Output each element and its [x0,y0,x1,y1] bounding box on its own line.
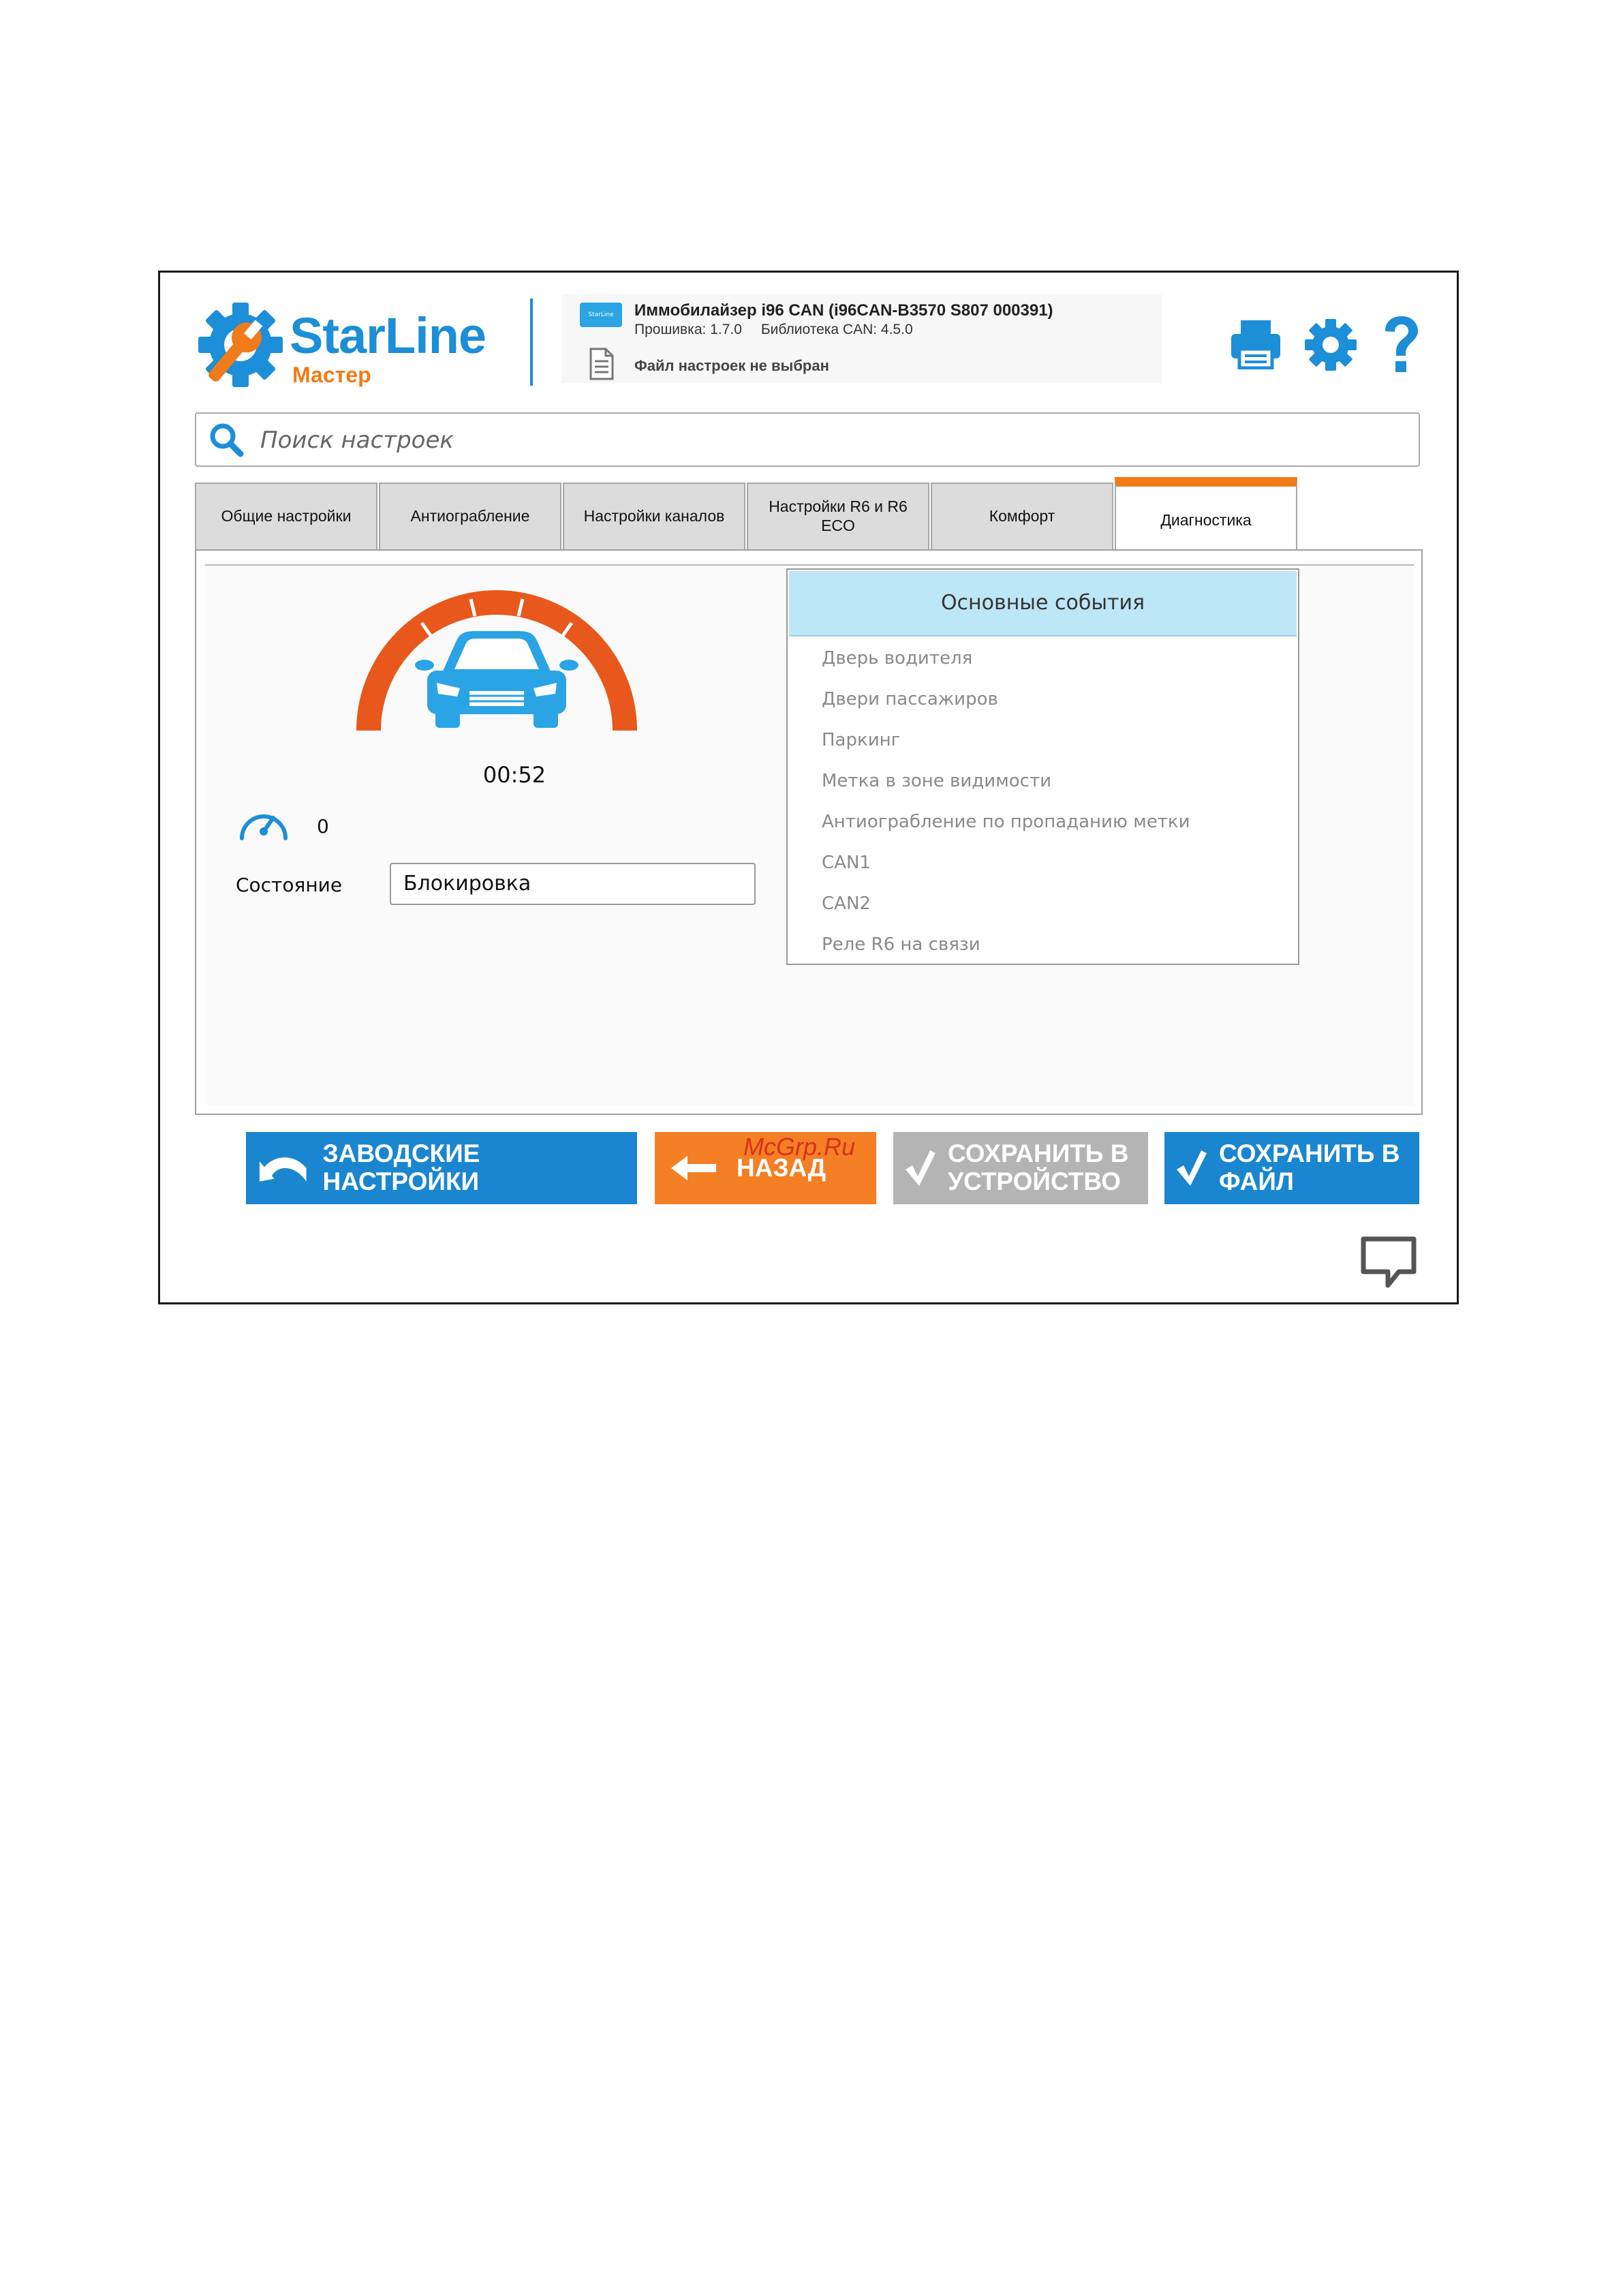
save-device-label-line2: УСТРОЙСТВО [948,1167,1121,1195]
printer-icon[interactable] [1230,319,1282,369]
factory-settings-button[interactable]: ЗАВОДСКИЕ НАСТРОЙКИ [246,1132,637,1204]
tab-general[interactable]: Общие настройки [195,483,377,549]
header-toolbar [1230,313,1427,375]
device-name: Иммобилайзер i96 CAN (i96CAN-B3570 S807 … [634,301,1053,320]
speedometer-icon [240,814,288,840]
tab-diagnostics[interactable]: Диагностика [1115,477,1297,551]
event-item: CAN1 [822,853,871,873]
arrow-left-icon [671,1156,716,1180]
starline-logo: StarLine Мастер [196,299,516,394]
state-label: Состояние [236,874,343,896]
gear-wrench-logo-icon [198,303,283,387]
tab-anti-robbery[interactable]: Антиограбление [379,483,561,549]
search-bar[interactable] [195,412,1420,467]
checkmark-icon [906,1150,936,1186]
car-gauge-icon [356,590,637,731]
watermark: McGrp.Ru [743,1133,856,1161]
speed-value: 0 [317,815,329,838]
chat-icon[interactable] [1361,1236,1417,1288]
undo-arrow-icon [259,1157,307,1182]
firmware-version: Прошивка: 1.7.0 [634,322,742,337]
state-field: Блокировка [390,863,756,905]
event-item: Дверь водителя [822,648,973,669]
logo-text: StarLine [290,307,486,364]
tab-r6-settings[interactable]: Настройки R6 и R6 ECO [747,483,929,549]
device-versions: Прошивка: 1.7.0 Библиотека CAN: 4.5.0 [634,322,913,338]
device-icon: StarLine [580,303,622,327]
event-item: Реле R6 на связи [822,934,980,955]
help-icon[interactable] [1380,313,1423,375]
settings-file-status: Файл настроек не выбран [634,357,829,374]
save-device-label-line1: СОХРАНИТЬ В [948,1139,1129,1168]
save-to-file-button[interactable]: СОХРАНИТЬ В ФАЙЛ [1164,1132,1419,1204]
app-window: StarLine Мастер StarLine Иммобилайзер i9… [158,271,1459,1304]
timer: 00:52 [482,762,546,788]
events-panel: Основные события Дверь водителя Двери па… [786,568,1299,965]
save-file-label-line2: ФАЙЛ [1219,1167,1294,1195]
device-info: StarLine Иммобилайзер i96 CAN (i96CAN-B3… [562,294,1162,383]
event-item: CAN2 [822,893,871,914]
event-item: Антиограбление по пропаданию метки [822,812,1190,832]
checkmark-icon [1177,1150,1207,1186]
header-divider [530,299,533,386]
save-file-label-line1: СОХРАНИТЬ В [1219,1139,1400,1168]
event-item: Метка в зоне видимости [822,771,1052,791]
save-to-device-button[interactable]: СОХРАНИТЬ В УСТРОЙСТВО [893,1132,1148,1204]
logo-subtitle: Мастер [292,363,371,387]
can-library-version: Библиотека CAN: 4.5.0 [760,322,913,337]
tab-channels[interactable]: Настройки каналов [563,483,745,549]
event-item: Двери пассажиров [822,689,998,709]
document-icon [589,348,614,380]
search-icon [210,423,244,457]
factory-settings-label: ЗАВОДСКИЕ НАСТРОЙКИ [322,1139,480,1195]
search-input[interactable] [259,423,1406,457]
events-list: Дверь водителя Двери пассажиров Паркинг … [788,638,1298,965]
gear-icon[interactable] [1303,318,1358,372]
events-header: Основные события [789,571,1297,637]
tab-comfort[interactable]: Комфорт [931,483,1113,549]
event-item: Паркинг [822,730,901,750]
